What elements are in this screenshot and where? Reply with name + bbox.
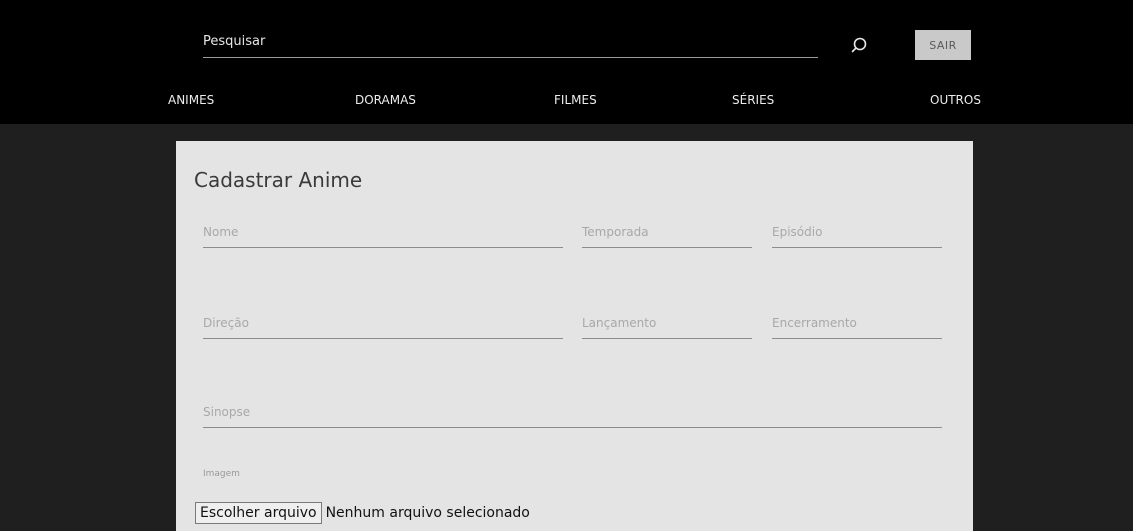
ending-field	[772, 309, 942, 339]
top-header: SAIR ANIMES DORAMAS FILMES SÉRIES OUTROS	[0, 0, 1133, 124]
nav-item-outros[interactable]: OUTROS	[930, 93, 981, 107]
release-field	[582, 309, 752, 339]
register-anime-panel: Cadastrar Anime Imagem Escolher arquivo …	[176, 141, 973, 531]
logout-button[interactable]: SAIR	[915, 30, 971, 60]
ending-input[interactable]	[772, 309, 942, 337]
episode-input[interactable]	[772, 218, 942, 246]
file-status: Nenhum arquivo selecionado	[325, 505, 530, 521]
search-icon[interactable]	[850, 36, 868, 54]
nav-item-filmes[interactable]: FILMES	[554, 93, 597, 107]
search-bar	[203, 26, 818, 58]
nav-item-series[interactable]: SÉRIES	[732, 93, 774, 107]
file-picker: Escolher arquivo Nenhum arquivo selecion…	[195, 502, 530, 524]
nav-item-doramas[interactable]: DORAMAS	[355, 93, 416, 107]
nav-item-animes[interactable]: ANIMES	[168, 93, 214, 107]
name-input[interactable]	[203, 218, 563, 246]
release-input[interactable]	[582, 309, 752, 337]
search-input[interactable]	[203, 26, 818, 56]
season-field	[582, 218, 752, 248]
choose-file-button[interactable]: Escolher arquivo	[195, 502, 322, 524]
name-field	[203, 218, 563, 248]
season-input[interactable]	[582, 218, 752, 246]
synopsis-field	[203, 398, 942, 428]
direction-input[interactable]	[203, 309, 563, 337]
episode-field	[772, 218, 942, 248]
page-title: Cadastrar Anime	[194, 168, 363, 192]
direction-field	[203, 309, 563, 339]
image-label: Imagem	[203, 469, 240, 479]
synopsis-input[interactable]	[203, 398, 942, 426]
